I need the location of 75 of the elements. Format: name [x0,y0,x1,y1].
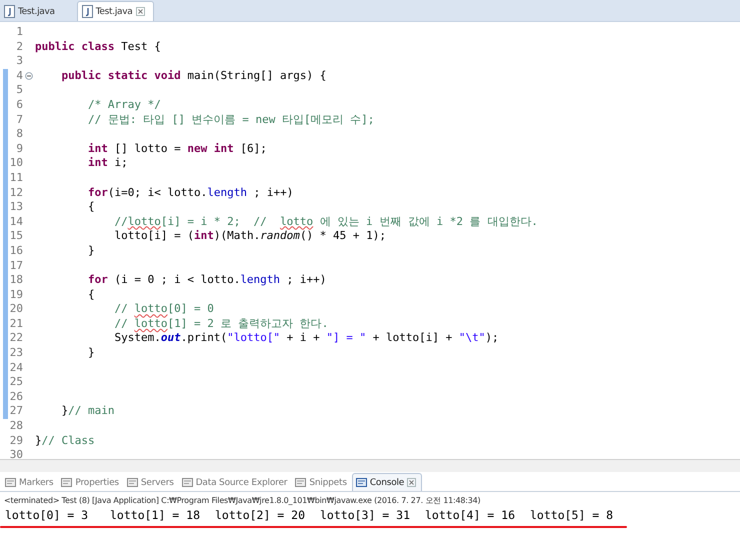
line-number: 11 [8,170,23,186]
java-file-icon [4,5,15,18]
console-output: lotto[4] = 16 [425,508,516,522]
line-number: 29 [8,434,23,448]
code-line: //lotto[i] = i * 2; // lotto 에 있는 i 번째 값에 i *2 를 대입한다. [113,214,538,230]
code-line: /* Array */ [86,98,161,113]
line-number: 19 [8,288,23,302]
line-number: 28 [8,419,23,434]
line-number: 17 [8,258,23,274]
line-number: 2 [15,40,23,54]
code-line: } [86,244,95,258]
console-output: lotto[5] = 8 [530,508,614,522]
view-tab[interactable]: Markers [2,474,58,491]
line-number: 1 [15,25,23,40]
console-output: lotto[3] = 31 [320,508,412,522]
code-line: } [86,346,95,361]
view-icon [5,477,16,488]
view-icon [61,477,72,488]
code-line: lotto[i] = (int)(Math.random() * 45 + 1); [113,229,386,244]
line-number: 8 [15,127,23,142]
close-icon[interactable] [136,7,144,16]
editor-tab[interactable]: Test.java [0,2,63,21]
view-tab[interactable]: Properties [58,474,124,491]
line-number: 9 [15,142,23,156]
line-number: 5 [15,83,23,98]
line-number: 3 [15,54,23,69]
code-line: for (i = 0 ; i < lotto.length ; i++) [86,273,326,288]
line-number: 13 [8,200,23,215]
code-line: }// main [60,404,114,420]
line-number: 10 [8,156,23,171]
line-number: 20 [8,302,23,317]
editor-tab[interactable]: Test.java [76,1,154,21]
line-number: 23 [8,346,23,361]
line-number: 26 [8,390,23,404]
line-number: 24 [8,360,23,376]
line-number: 16 [8,244,23,258]
code-line: int i; [86,156,128,171]
view-icon [182,477,193,488]
code-line: System.out.print("lotto[" + i + "] = " + lotto[i] + "\t"); [113,331,499,346]
java-file-icon [82,5,93,18]
view-tab[interactable]: Snippets [292,474,352,491]
line-number: 12 [8,186,23,200]
close-icon[interactable] [407,478,416,487]
line-number: 15 [8,229,23,244]
code-line: // 문법: 타입 [] 변수이름 = new 타입[메모리 수]; [86,112,374,128]
console-output: lotto[2] = 20 [215,508,306,522]
code-line: public class Test { [35,40,161,54]
view-icon [295,477,306,488]
view-tab[interactable]: Console [352,473,422,491]
view-tab[interactable]: Data Source Explorer [178,474,292,491]
view-icon [356,477,367,488]
line-number: 22 [8,331,23,346]
line-number: 14 [8,214,23,230]
line-number: 4 [15,68,23,84]
code-line: { [86,200,95,215]
console-status: <terminated> Test (8) [Java Application] C:₩Program Files₩Java₩jre1.8.0_101₩bin₩javaw.exe (2016. 7. 27. 오전 11:48:34) [3,495,482,506]
code-line: for(i=0; i< lotto.length ; i++) [86,186,294,200]
code-line: { [86,288,95,302]
line-number: 7 [15,112,23,128]
line-number: 6 [15,98,23,113]
code-line: public static void main(String[] args) { [60,68,326,84]
view-tab[interactable]: Servers [124,474,179,491]
view-icon [126,477,138,488]
code-line: // lotto[1] = 2 로 출력하고자 한다. [113,316,328,332]
line-number: 30 [8,448,23,463]
line-number: 18 [8,273,23,288]
line-number: 27 [8,404,23,420]
collapse-icon[interactable] [25,72,33,80]
line-number: 25 [8,375,23,390]
console-output: lotto[1] = 18 [110,508,202,522]
code-line: }// Class [35,434,95,448]
code-line: // lotto[0] = 0 [113,302,214,317]
line-number: 21 [8,316,23,332]
console-output: lotto[0] = 3 [5,508,90,522]
code-line: int [] lotto = new int [6]; [86,142,267,156]
